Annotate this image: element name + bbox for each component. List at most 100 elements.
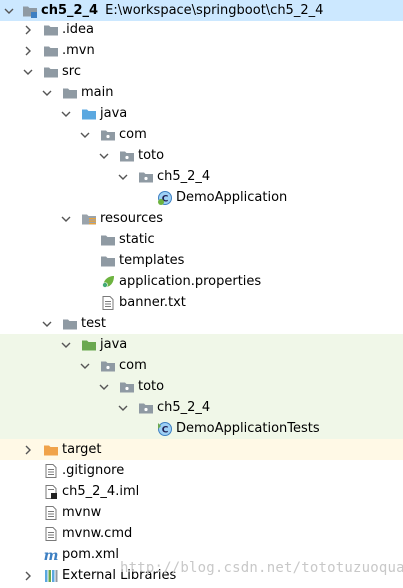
tree-row-label: ch5_2_4 [157,168,210,185]
tree-row-mvnw-cmd[interactable]: mvnw.cmd [0,523,403,544]
tree-row-mvnw[interactable]: mvnw [0,502,403,523]
tree-row-gitignore[interactable]: .gitignore [0,460,403,481]
tree-row-templates[interactable]: templates [0,250,403,271]
package-icon [138,169,154,185]
module-folder-icon [22,3,38,19]
chevron-down-icon[interactable] [98,381,110,393]
tree-row-application-properties[interactable]: application.properties [0,271,403,292]
spring-boot-class-icon: C [157,190,173,206]
tree-row-target[interactable]: target [0,439,403,460]
folder-icon [43,64,59,80]
tree-row-idea[interactable]: .idea [0,19,403,40]
tree-item-name: .idea [62,22,94,37]
tree-row-project-root[interactable]: ch5_2_4 E:\workspace\springboot\ch5_2_4 [0,0,403,21]
chevron-down-icon[interactable] [98,150,110,162]
text-file-icon [43,505,59,521]
text-file-icon [43,463,59,479]
folder-icon [43,22,59,38]
tree-item-name: DemoApplicationTests [176,421,320,436]
tree-row-iml[interactable]: ch5_2_4.iml [0,481,403,502]
tree-row-demo-application-tests[interactable]: C DemoApplicationTests [0,418,403,439]
chevron-right-icon[interactable] [22,570,34,582]
test-class-icon: C [157,421,173,437]
tree-row-resources[interactable]: resources [0,208,403,229]
chevron-down-icon[interactable] [60,108,72,120]
chevron-right-icon[interactable] [22,45,34,57]
tree-row-main-ch5_2_4[interactable]: ch5_2_4 [0,166,403,187]
tree-row-label: ch5_2_4.iml [62,483,139,500]
chevron-down-icon[interactable] [41,318,53,330]
tree-row-src[interactable]: src [0,61,403,82]
chevron-down-icon[interactable] [60,213,72,225]
tree-item-name: pom.xml [62,547,119,562]
libraries-icon [43,568,59,584]
tree-row-test[interactable]: test [0,313,403,334]
chevron-down-icon[interactable] [41,87,53,99]
package-icon [100,358,116,374]
chevron-down-icon[interactable] [79,360,91,372]
tree-item-name: static [119,232,155,247]
folder-icon [100,232,116,248]
tree-row-label: com [119,357,147,374]
tree-row-label: DemoApplicationTests [176,420,320,437]
tree-row-label: DemoApplication [176,189,287,206]
maven-icon: m [43,547,59,563]
tree-item-name: ch5_2_4.iml [62,484,140,499]
tree-row-main[interactable]: main [0,82,403,103]
chevron-down-icon[interactable] [79,129,91,141]
package-icon [100,127,116,143]
chevron-down-icon[interactable] [60,339,72,351]
resources-folder-icon [81,211,97,227]
package-icon [119,379,135,395]
test-source-folder-icon [81,337,97,353]
tree-row-test-toto[interactable]: toto [0,376,403,397]
tree-item-name: java [100,337,128,352]
tree-row-label: templates [119,252,184,269]
chevron-down-icon[interactable] [117,402,129,414]
chevron-down-icon[interactable] [22,66,34,78]
tree-item-name: test [81,316,106,331]
tree-item-name: ch5_2_4 [157,400,211,415]
project-path: E:\workspace\springboot\ch5_2_4 [105,3,324,18]
tree-row-label: .idea [62,21,94,38]
tree-row-main-com[interactable]: com [0,124,403,145]
tree-item-name: .gitignore [62,463,125,478]
chevron-down-icon[interactable] [3,5,15,17]
tree-item-name: mvnw.cmd [62,526,133,541]
tree-item-name: src [62,64,81,79]
text-file-icon [43,526,59,542]
tree-row-test-ch5_2_4[interactable]: ch5_2_4 [0,397,403,418]
chevron-right-icon[interactable] [22,444,34,456]
tree-row-static[interactable]: static [0,229,403,250]
tree-row-label: src [62,63,81,80]
tree-row-label: main [81,84,113,101]
tree-row-label: test [81,315,106,332]
tree-row-test-java[interactable]: java [0,334,403,355]
tree-row-label: java [100,336,127,353]
chevron-down-icon[interactable] [117,171,129,183]
svg-text:C: C [162,426,169,436]
tree-item-name: com [119,127,147,142]
source-folder-icon [81,106,97,122]
tree-row-main-java[interactable]: java [0,103,403,124]
tree-row-label: java [100,105,127,122]
tree-item-name: DemoApplication [176,190,288,205]
tree-item-name: mvnw [62,505,102,520]
tree-row-test-com[interactable]: com [0,355,403,376]
tree-row-label: .gitignore [62,462,124,479]
tree-row-label: pom.xml [62,546,119,563]
tree-row-mvn[interactable]: .mvn [0,40,403,61]
folder-icon [62,85,78,101]
tree-row-label: toto [138,147,164,164]
tree-item-name: templates [119,253,185,268]
excluded-folder-icon [43,442,59,458]
tree-item-name: application.properties [119,274,262,289]
chevron-right-icon[interactable] [22,24,34,36]
tree-row-label: ch5_2_4 E:\workspace\springboot\ch5_2_4 [41,2,323,19]
tree-row-main-toto[interactable]: toto [0,145,403,166]
tree-item-name: toto [138,148,165,163]
tree-row-label: .mvn [62,42,95,59]
tree-item-name: main [81,85,114,100]
tree-row-demo-application[interactable]: C DemoApplication [0,187,403,208]
tree-row-banner-txt[interactable]: banner.txt [0,292,403,313]
